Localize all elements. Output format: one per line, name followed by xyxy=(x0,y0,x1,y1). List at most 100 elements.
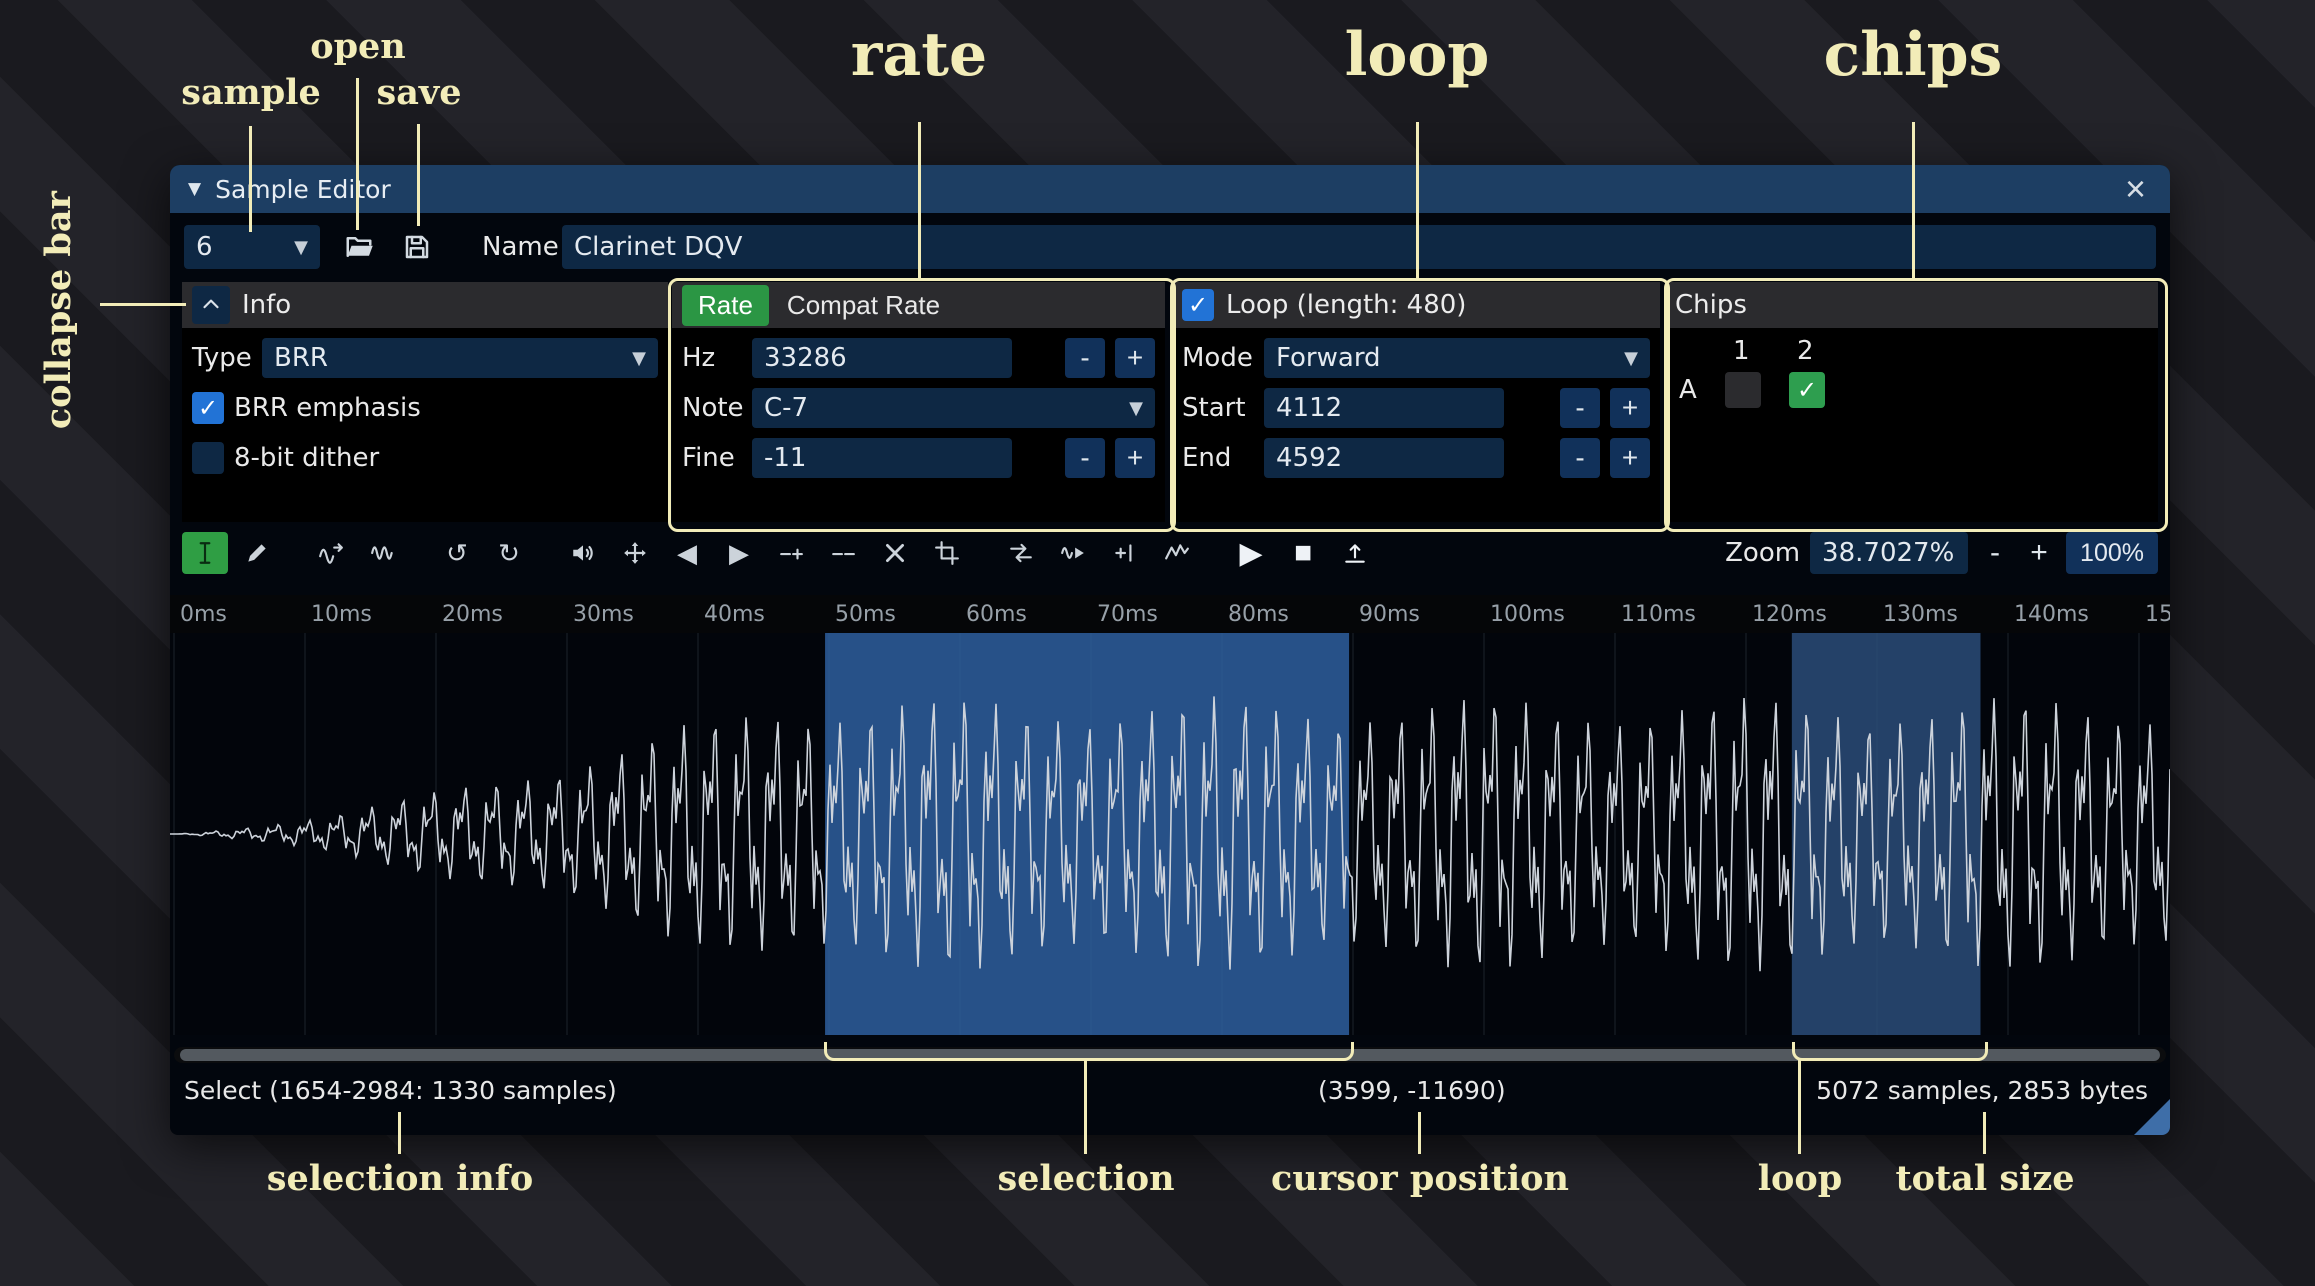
fine-minus-button[interactable]: - xyxy=(1065,438,1105,478)
chips-section-title: Chips xyxy=(1675,290,1747,320)
trim-button[interactable] xyxy=(924,532,970,574)
note-value: C-7 xyxy=(764,393,808,423)
reverse-button[interactable]: ◀ xyxy=(664,532,710,574)
titlebar[interactable]: ▼ Sample Editor × xyxy=(170,165,2170,213)
annotation-line-selection-info xyxy=(398,1112,401,1154)
zoom-reset-button[interactable]: 100% xyxy=(2066,532,2158,574)
save-button[interactable] xyxy=(394,225,440,269)
draw-tool-button[interactable] xyxy=(234,532,280,574)
loop-section: ✓ Loop (length: 480) Mode Forward ▼ Star… xyxy=(1172,282,1660,522)
hz-plus-button[interactable]: + xyxy=(1115,338,1155,378)
loop-mode-select[interactable]: Forward ▼ xyxy=(1264,338,1650,378)
move-arrows-icon xyxy=(622,540,648,566)
brr-emphasis-checkbox[interactable]: ✓ xyxy=(192,392,224,424)
waveform-display[interactable] xyxy=(170,633,2170,1035)
annotation-total-size: total size xyxy=(1896,1158,2075,1199)
annotation-line-collapse-bar xyxy=(100,303,186,306)
window-collapse-icon[interactable]: ▼ xyxy=(188,179,201,199)
loop-start-minus-button[interactable]: - xyxy=(1560,388,1600,428)
waveform-scrollbar[interactable] xyxy=(174,1047,2166,1063)
zoom-in-button[interactable]: + xyxy=(2022,536,2056,570)
floppy-save-icon xyxy=(402,232,432,262)
zigzag-wave-icon xyxy=(1164,540,1190,566)
upload-button[interactable] xyxy=(1332,532,1378,574)
window-title: Sample Editor xyxy=(215,175,391,204)
upload-icon xyxy=(1342,540,1368,566)
forward-button[interactable]: ▶ xyxy=(716,532,762,574)
chip-2-checkbox[interactable]: ✓ xyxy=(1789,372,1825,408)
chip-1-checkbox[interactable]: ✓ xyxy=(1725,372,1761,408)
annotation-line-total-size xyxy=(1983,1112,1986,1154)
loop-checkbox[interactable]: ✓ xyxy=(1182,289,1214,321)
hz-value: 33286 xyxy=(764,343,847,373)
check-icon: ✓ xyxy=(1188,291,1208,319)
ruler-tick-label: 30ms xyxy=(573,602,634,627)
waveform-area[interactable] xyxy=(170,633,2170,1035)
loop-start-plus-button[interactable]: + xyxy=(1610,388,1650,428)
note-select[interactable]: C-7 ▼ xyxy=(752,388,1155,428)
annotation-chips: chips xyxy=(1824,20,2003,90)
sample-name-input[interactable]: Clarinet DQV xyxy=(562,225,2156,269)
hz-input[interactable]: 33286 xyxy=(752,338,1012,378)
fine-value: -11 xyxy=(764,443,806,473)
loop-end-input[interactable]: 4592 xyxy=(1264,438,1504,478)
hz-minus-button[interactable]: - xyxy=(1065,338,1105,378)
type-select[interactable]: BRR ▼ xyxy=(262,338,658,378)
resize-grip[interactable] xyxy=(2134,1099,2170,1135)
loop-start-input[interactable]: 4112 xyxy=(1264,388,1504,428)
info-section: Info Type BRR ▼ ✓ BRR emphasis ✓ 8-bi xyxy=(182,282,668,522)
effect-filter-button[interactable] xyxy=(1154,532,1200,574)
undo-button[interactable]: ↺ xyxy=(434,532,480,574)
stop-button[interactable]: ■ xyxy=(1280,532,1326,574)
play-button[interactable]: ▶ xyxy=(1228,532,1274,574)
amplify-button[interactable] xyxy=(560,532,606,574)
resample-button[interactable] xyxy=(308,532,354,574)
redo-button[interactable]: ↻ xyxy=(486,532,532,574)
insert-silence-button[interactable] xyxy=(768,532,814,574)
tab-rate[interactable]: Rate xyxy=(682,285,769,326)
annotation-sample: sample xyxy=(181,72,320,113)
zoom-out-button[interactable]: - xyxy=(1978,536,2012,570)
brr-emphasis-label: BRR emphasis xyxy=(234,393,421,423)
cursor-position-text: (3599, -11690) xyxy=(1318,1071,1506,1111)
ruler: 0ms10ms20ms30ms40ms50ms60ms70ms80ms90ms1… xyxy=(170,595,2170,634)
swap-channels-button[interactable] xyxy=(998,532,1044,574)
annotation-loop-bottom: loop xyxy=(1758,1158,1842,1199)
total-size-text: 5072 samples, 2853 bytes xyxy=(1816,1071,2148,1111)
dither-checkbox[interactable]: ✓ xyxy=(192,442,224,474)
triangle-left-icon: ◀ xyxy=(677,538,697,569)
x-icon xyxy=(882,540,908,566)
fine-label: Fine xyxy=(682,443,742,473)
insert-point-button[interactable] xyxy=(1102,532,1148,574)
delete-button[interactable] xyxy=(872,532,918,574)
tab-compat-rate[interactable]: Compat Rate xyxy=(781,289,946,322)
ruler-tick-label: 140ms xyxy=(2014,602,2089,627)
fine-plus-button[interactable]: + xyxy=(1115,438,1155,478)
zoom-value-input[interactable]: 38.7027% xyxy=(1810,532,1968,574)
resize-button[interactable] xyxy=(612,532,658,574)
open-button[interactable] xyxy=(336,225,382,269)
annotation-line-loop-bottom xyxy=(1798,1058,1801,1154)
fine-input[interactable]: -11 xyxy=(752,438,1012,478)
loop-end-plus-button[interactable]: + xyxy=(1610,438,1650,478)
collapse-bar-button[interactable] xyxy=(192,286,230,324)
apply-silence-button[interactable] xyxy=(820,532,866,574)
hz-label: Hz xyxy=(682,343,742,373)
annotation-line-open xyxy=(356,78,359,230)
ruler-tick-label: 60ms xyxy=(966,602,1027,627)
scrollbar-thumb[interactable] xyxy=(180,1049,2160,1061)
annotation-selection-info: selection info xyxy=(267,1158,533,1199)
wavetable-button[interactable] xyxy=(360,532,406,574)
annotation-cursor-position: cursor position xyxy=(1271,1158,1569,1199)
loop-end-minus-button[interactable]: - xyxy=(1560,438,1600,478)
loop-section-title: Loop (length: 480) xyxy=(1226,290,1466,320)
type-value: BRR xyxy=(274,343,328,373)
close-button[interactable]: × xyxy=(2119,170,2152,208)
preview-wave-button[interactable] xyxy=(1050,532,1096,574)
zoom-label: Zoom xyxy=(1725,538,1800,568)
pencil-icon xyxy=(244,540,270,566)
chevron-up-icon xyxy=(198,292,224,318)
sample-number-select[interactable]: 6 ▼ xyxy=(184,225,320,269)
select-tool-button[interactable] xyxy=(182,532,228,574)
info-section-title: Info xyxy=(242,290,291,320)
